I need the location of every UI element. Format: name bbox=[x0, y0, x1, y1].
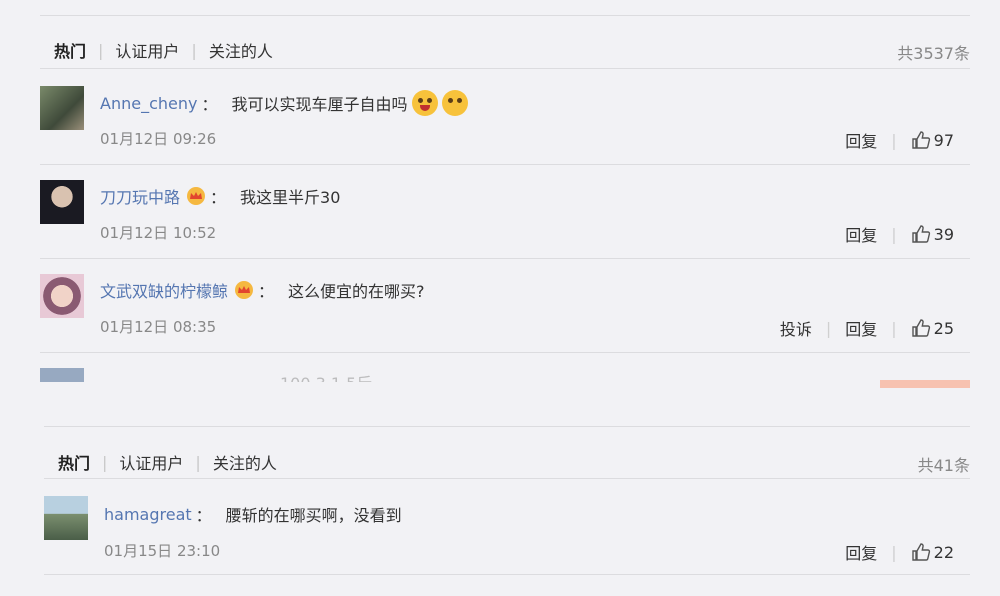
comment-line: Anne_cheny ： 我可以实现车厘子自由吗 bbox=[100, 90, 468, 116]
thumbs-up-icon bbox=[911, 225, 930, 243]
comment-text: 我这里半斤30 bbox=[240, 188, 341, 207]
comment-line: hamagreat ： 腰斩的在哪买啊，没看到 bbox=[104, 502, 402, 526]
comment-text: 我可以实现车厘子自由吗 bbox=[231, 95, 408, 114]
like-button[interactable]: 22 bbox=[911, 542, 954, 562]
comment-actions: 投诉 | 回复 | 25 bbox=[780, 316, 954, 340]
reply-button[interactable]: 回复 bbox=[845, 540, 877, 564]
thumbs-up-icon bbox=[911, 319, 930, 337]
tab-following[interactable]: 关注的人 bbox=[209, 38, 273, 62]
like-button[interactable]: 97 bbox=[911, 130, 954, 150]
tab-separator: | bbox=[98, 40, 104, 60]
divider bbox=[44, 426, 970, 427]
divider bbox=[40, 15, 970, 16]
tab-hot[interactable]: 热门 bbox=[54, 38, 86, 62]
crown-badge-icon bbox=[235, 281, 254, 299]
action-separator: | bbox=[891, 542, 897, 562]
comment-count: 共3537条 bbox=[897, 44, 970, 63]
like-count: 39 bbox=[933, 224, 954, 244]
divider bbox=[40, 68, 970, 69]
thumbs-up-icon bbox=[911, 131, 930, 149]
avatar bbox=[40, 368, 84, 382]
comment-actions: 回复 | 97 bbox=[845, 128, 954, 152]
comment-time: 01月12日 08:35 bbox=[100, 318, 217, 336]
comment-line: 刀刀玩中路 ： 我这里半斤30 bbox=[100, 184, 340, 208]
divider bbox=[44, 478, 970, 479]
action-separator: | bbox=[825, 318, 832, 338]
colon: ： bbox=[210, 188, 227, 207]
comment-time: 01月15日 23:10 bbox=[104, 542, 221, 560]
avatar[interactable] bbox=[40, 180, 84, 224]
comment-actions: 回复 | 22 bbox=[845, 540, 954, 564]
username[interactable]: 文武双缺的柠檬鲸 bbox=[100, 278, 228, 302]
like-button[interactable]: 25 bbox=[911, 318, 954, 338]
colon: ： bbox=[258, 282, 275, 301]
reply-button[interactable]: 回复 bbox=[845, 222, 877, 246]
action-separator: | bbox=[891, 130, 897, 150]
colon: ： bbox=[195, 506, 212, 525]
tab-verified-users[interactable]: 认证用户 bbox=[119, 450, 183, 474]
tab-following[interactable]: 关注的人 bbox=[213, 450, 277, 474]
tab-hot[interactable]: 热门 bbox=[58, 450, 90, 474]
divider bbox=[40, 258, 970, 259]
action-separator: | bbox=[891, 224, 897, 244]
comment-time: 01月12日 10:52 bbox=[100, 224, 217, 242]
comments-panel-bottom: 热门 | 认证用户 | 关注的人 共41条 hamagreat ： 腰斩的在哪买… bbox=[0, 382, 1000, 596]
divider bbox=[40, 164, 970, 165]
reply-button[interactable]: 回复 bbox=[845, 316, 877, 340]
comment-line: 文武双缺的柠檬鲸 ： 这么便宜的在哪买? bbox=[100, 278, 425, 302]
like-count: 22 bbox=[933, 542, 954, 562]
username[interactable]: hamagreat bbox=[104, 505, 192, 524]
like-button[interactable]: 39 bbox=[911, 224, 954, 244]
comment-tabs: 热门 | 认证用户 | 关注的人 bbox=[58, 450, 277, 474]
colon: ： bbox=[201, 95, 218, 114]
comments-panel-top: 热门 | 认证用户 | 关注的人 共3537条 Anne_cheny ： 我可以… bbox=[0, 0, 1000, 382]
action-separator: | bbox=[891, 318, 897, 338]
divider bbox=[44, 574, 970, 575]
tongue-out-emoji-icon bbox=[411, 90, 438, 116]
tab-separator: | bbox=[191, 40, 197, 60]
comment-text: 这么便宜的在哪买? bbox=[288, 282, 425, 301]
reply-button[interactable]: 回复 bbox=[845, 128, 877, 152]
comment-count: 共41条 bbox=[917, 456, 970, 475]
report-button[interactable]: 投诉 bbox=[780, 316, 812, 340]
tab-separator: | bbox=[195, 452, 201, 472]
tab-verified-users[interactable]: 认证用户 bbox=[115, 38, 179, 62]
comment-actions: 回复 | 39 bbox=[845, 222, 954, 246]
avatar[interactable] bbox=[40, 86, 84, 130]
comment-time: 01月12日 09:26 bbox=[100, 130, 217, 148]
avatar[interactable] bbox=[44, 496, 88, 540]
username[interactable]: 刀刀玩中路 bbox=[100, 184, 180, 208]
comment-text: 腰斩的在哪买啊，没看到 bbox=[225, 506, 402, 525]
like-count: 97 bbox=[933, 130, 954, 150]
cut-off-text: 100 3 1.5斤 bbox=[280, 370, 372, 382]
username[interactable]: Anne_cheny bbox=[100, 94, 197, 113]
avatar[interactable] bbox=[40, 274, 84, 318]
thumbs-up-icon bbox=[911, 543, 930, 561]
like-count: 25 bbox=[933, 318, 954, 338]
divider bbox=[40, 352, 970, 353]
comment-tabs: 热门 | 认证用户 | 关注的人 bbox=[54, 38, 273, 62]
crown-badge-icon bbox=[187, 187, 206, 205]
shy-face-emoji-icon bbox=[441, 90, 468, 116]
cut-off-comment: 100 3 1.5斤 bbox=[0, 368, 1000, 382]
tab-separator: | bbox=[102, 452, 108, 472]
